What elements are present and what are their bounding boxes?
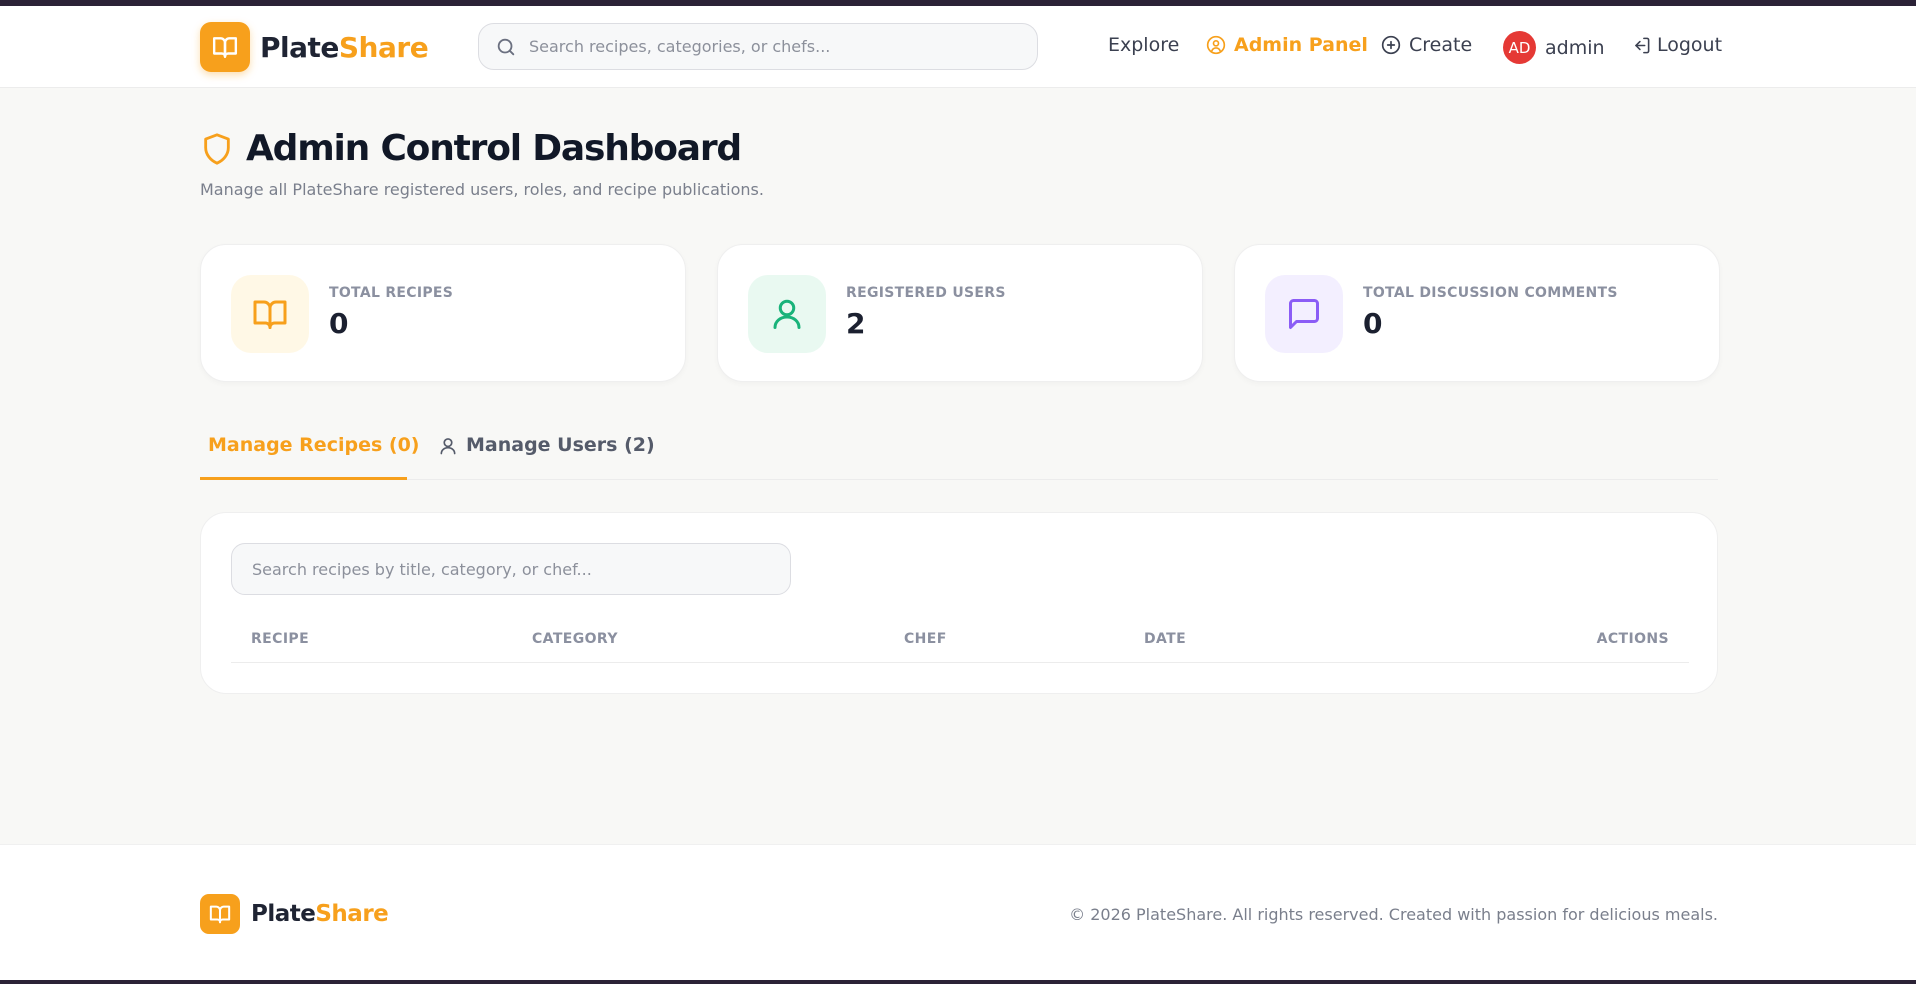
column-header-actions: ACTIONS: [1596, 631, 1669, 647]
stat-value: 0: [329, 307, 349, 340]
nav-explore-label: Explore: [1108, 34, 1180, 56]
footer-brand-logo[interactable]: PlateShare: [200, 894, 389, 934]
book-open-icon: [231, 275, 309, 353]
page-title: Admin Control Dashboard: [246, 128, 742, 169]
user-icon: [748, 275, 826, 353]
main-nav: Explore Admin Panel Create AD admin Logo…: [0, 6, 1916, 88]
tab-manage-users[interactable]: Manage Users (2): [438, 430, 655, 480]
stat-label: TOTAL DISCUSSION COMMENTS: [1363, 285, 1618, 301]
page-subtitle: Manage all PlateShare registered users, …: [200, 180, 764, 199]
nav-create[interactable]: Create: [1381, 34, 1472, 56]
column-header-recipe[interactable]: RECIPE: [251, 631, 309, 647]
stat-label: REGISTERED USERS: [846, 285, 1006, 301]
nav-logout[interactable]: Logout: [1632, 34, 1722, 56]
bottom-accent-strip: [0, 980, 1916, 984]
nav-username: admin: [1545, 36, 1605, 59]
column-header-chef[interactable]: CHEF: [904, 631, 947, 647]
nav-explore[interactable]: Explore: [1108, 34, 1179, 56]
header: PlateShare Explore Admin Panel Create AD…: [0, 6, 1916, 88]
recipe-search-input[interactable]: [231, 543, 791, 595]
nav-admin-panel-label: Admin Panel: [1234, 34, 1368, 56]
plus-circle-icon: [1381, 35, 1401, 55]
recipes-panel: RECIPE CATEGORY CHEF DATE ACTIONS: [200, 512, 1718, 694]
nav-admin-panel[interactable]: Admin Panel: [1206, 34, 1368, 56]
admin-tabs: Manage Recipes (0) Manage Users (2): [200, 430, 1718, 480]
logout-icon: [1635, 37, 1650, 53]
tab-manage-recipes[interactable]: Manage Recipes (0): [200, 430, 419, 480]
message-square-icon: [1265, 275, 1343, 353]
footer-copyright: © 2026 PlateShare. All rights reserved. …: [1069, 905, 1718, 924]
book-open-icon: [200, 894, 240, 934]
user-icon: [440, 438, 456, 455]
table-header: RECIPE CATEGORY CHEF DATE ACTIONS: [231, 613, 1689, 663]
footer-brand-name: PlateShare: [251, 901, 389, 927]
stat-card-registered-users: REGISTERED USERS 2: [717, 244, 1203, 382]
nav-create-label: Create: [1409, 34, 1473, 56]
stat-value: 2: [846, 307, 866, 340]
brand-name-part1: Plate: [251, 901, 316, 927]
stat-label: TOTAL RECIPES: [329, 285, 454, 301]
avatar: AD: [1503, 31, 1536, 64]
shield-icon: [204, 132, 230, 165]
footer: PlateShare © 2026 PlateShare. All rights…: [0, 844, 1916, 980]
tab-manage-recipes-label: Manage Recipes (0): [208, 434, 420, 456]
column-header-category[interactable]: CATEGORY: [532, 631, 618, 647]
tab-manage-users-label: Manage Users (2): [466, 434, 655, 456]
brand-name-part2: Share: [315, 901, 389, 927]
nav-logout-label: Logout: [1657, 34, 1723, 56]
nav-user-profile[interactable]: AD admin: [1503, 31, 1605, 64]
column-header-date[interactable]: DATE: [1144, 631, 1186, 647]
stat-card-total-comments: TOTAL DISCUSSION COMMENTS 0: [1234, 244, 1720, 382]
page-header: Admin Control Dashboard: [200, 128, 742, 169]
stat-value: 0: [1363, 307, 1383, 340]
user-circle-icon: [1206, 35, 1226, 55]
stat-card-total-recipes: TOTAL RECIPES 0: [200, 244, 686, 382]
